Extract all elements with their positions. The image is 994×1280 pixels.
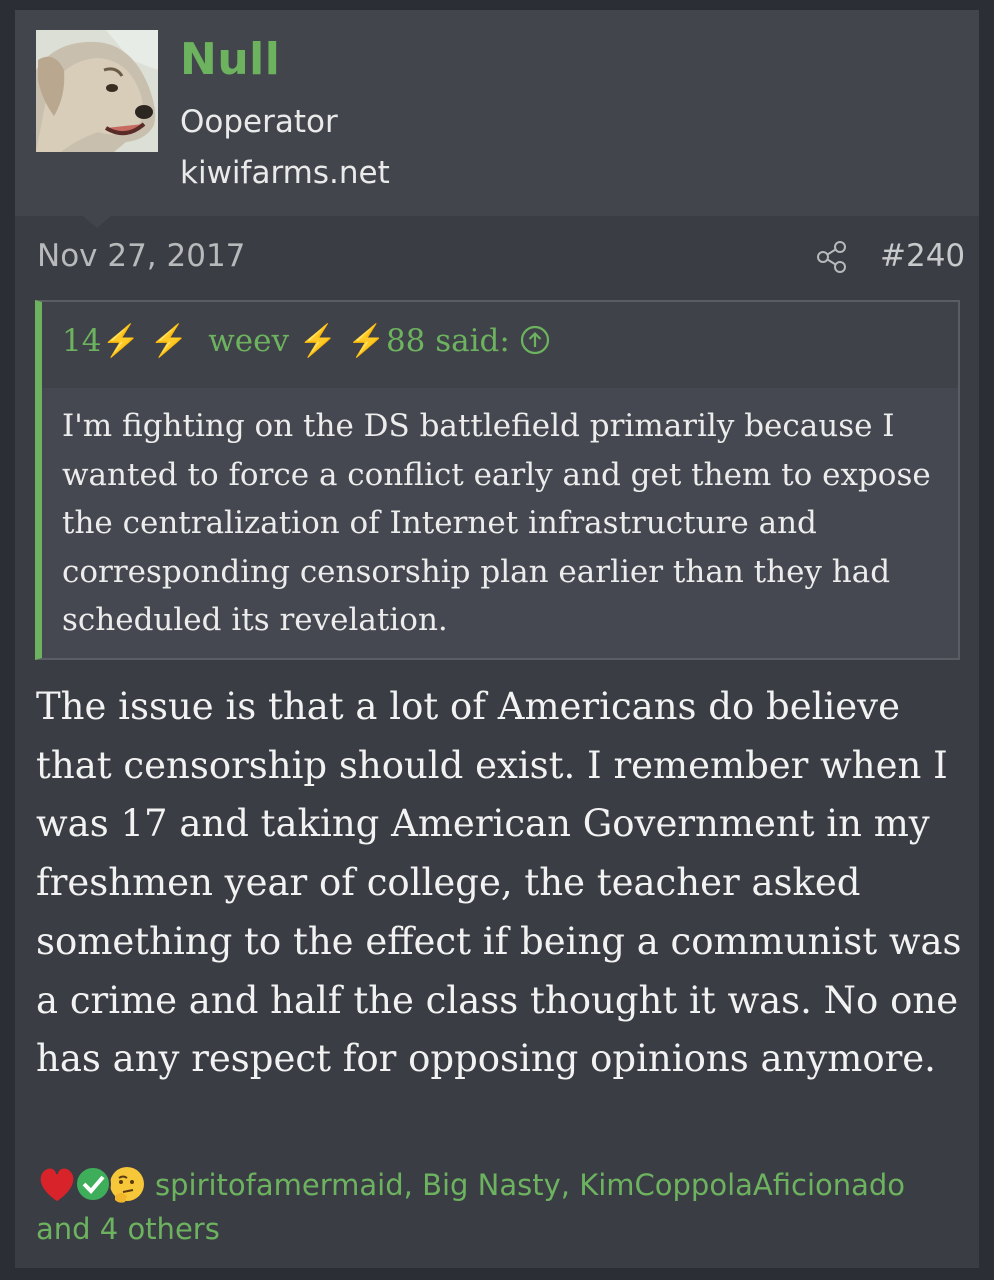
reaction-users-link[interactable]: spiritofamermaid, Big Nasty, KimCoppolaA… — [155, 1168, 905, 1202]
reaction-others-link[interactable]: and 4 others — [36, 1212, 220, 1246]
quote-header: 14⚡ ⚡ weev ⚡ ⚡88 said: — [42, 302, 958, 388]
lightning-icon: ⚡ — [149, 323, 189, 359]
post-date[interactable]: Nov 27, 2017 — [37, 238, 245, 274]
post-container: Null Ooperator kiwifarms.net Nov 27, 201… — [15, 10, 979, 1268]
quote-attribution[interactable]: 14⚡ ⚡ weev ⚡ ⚡88 said: — [62, 322, 550, 359]
quote-said-label: said: — [435, 323, 510, 359]
dog-avatar-image — [36, 30, 158, 152]
lightning-icon: ⚡ — [101, 323, 141, 359]
quote-author-prefix: 14 — [62, 323, 102, 359]
reaction-icons[interactable] — [35, 1160, 145, 1208]
user-title: Ooperator — [180, 104, 338, 140]
user-block-arrow — [83, 216, 111, 228]
post-message: The issue is that a lot of Americans do … — [36, 685, 962, 1081]
quote-block: 14⚡ ⚡ weev ⚡ ⚡88 said: I'm fighting on t… — [35, 300, 960, 660]
lightning-icon: ⚡ — [347, 323, 386, 359]
user-banner: kiwifarms.net — [180, 155, 390, 191]
thinking-face-icon — [110, 1167, 144, 1203]
user-avatar[interactable] — [36, 30, 158, 152]
quote-author-name: weev — [208, 323, 289, 359]
quote-text: I'm fighting on the DS battlefield prima… — [62, 408, 931, 638]
post-number-link[interactable]: #240 — [880, 238, 965, 274]
jump-to-post-icon[interactable] — [520, 325, 550, 355]
username[interactable]: Null — [180, 34, 280, 85]
share-icon[interactable] — [815, 240, 849, 274]
quote-author-suffix: 88 — [385, 323, 426, 359]
user-block: Null Ooperator kiwifarms.net — [15, 10, 979, 216]
checkmark-icon — [75, 1166, 111, 1202]
heart-icon — [39, 1166, 75, 1203]
lightning-icon: ⚡ — [298, 323, 338, 359]
